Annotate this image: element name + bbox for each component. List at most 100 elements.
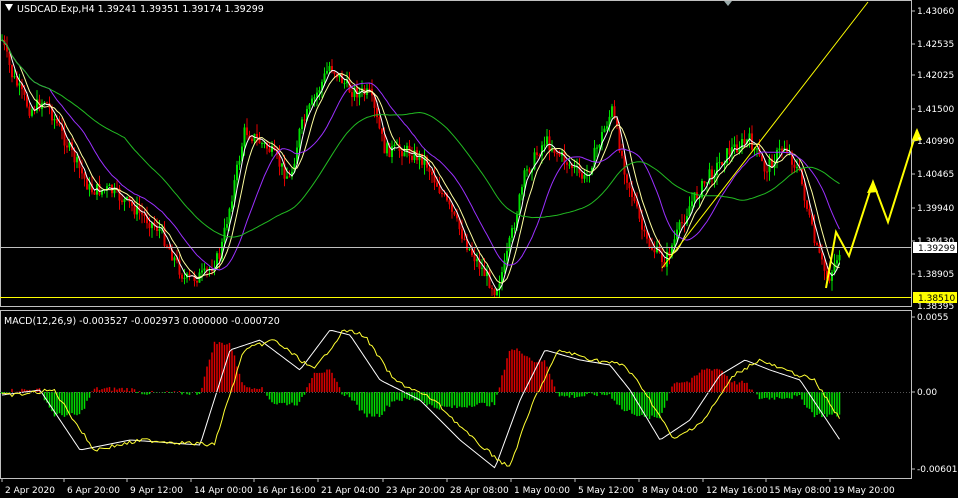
candle-body xyxy=(341,73,343,84)
time-tick-label: 9 Apr 12:00 xyxy=(130,486,183,496)
candle-body xyxy=(218,253,221,259)
candle-body xyxy=(546,136,548,145)
candle-body xyxy=(141,212,143,215)
candle-body xyxy=(703,180,706,184)
candle-body xyxy=(508,237,511,251)
candle-body xyxy=(806,200,808,209)
candle-body xyxy=(448,200,451,205)
candle-body xyxy=(318,90,321,93)
candle-body xyxy=(278,154,281,167)
candle-body xyxy=(536,152,538,156)
candle-body xyxy=(148,223,151,229)
candle-body xyxy=(543,144,546,146)
candle-body xyxy=(226,224,228,228)
candle-body xyxy=(311,98,313,105)
candle-body xyxy=(828,278,831,281)
candle-body xyxy=(836,260,838,264)
candle-body xyxy=(326,70,328,74)
candle-body xyxy=(143,214,146,216)
candle-body xyxy=(718,162,721,164)
candle-body xyxy=(401,150,403,157)
candle-body xyxy=(673,239,676,246)
candle-body xyxy=(631,188,633,198)
candle-body xyxy=(763,161,766,172)
candle-body xyxy=(611,106,613,117)
candle-body xyxy=(251,138,253,142)
candle-body xyxy=(31,109,33,116)
candle-body xyxy=(766,171,768,173)
candle-body xyxy=(166,245,168,247)
time-tick-label: 2 Apr 2020 xyxy=(5,486,55,496)
candle-body xyxy=(838,254,841,261)
candle-body xyxy=(643,229,646,232)
candle-body xyxy=(53,118,56,121)
candle-body xyxy=(568,164,571,166)
candle-body xyxy=(11,65,13,78)
candle-body xyxy=(781,148,783,151)
candle-body xyxy=(526,169,528,171)
candle-body xyxy=(513,227,516,229)
candle-body xyxy=(641,218,643,230)
candle-body xyxy=(386,143,388,154)
candle-body xyxy=(583,174,586,179)
candle-body xyxy=(831,272,833,281)
candle-body xyxy=(506,250,508,261)
price-tick-label: 1.39940 xyxy=(917,204,954,214)
macd-tick-label: 0.00 xyxy=(917,388,937,398)
candle-body xyxy=(28,106,31,116)
candle-body xyxy=(238,160,241,165)
candle-body xyxy=(286,176,288,179)
main-header-text: USDCAD.Exp,H4 1.39241 1.39351 1.39174 1.… xyxy=(17,4,264,15)
candle-body xyxy=(223,227,226,242)
candle-body xyxy=(411,155,413,161)
price-tick-label: 1.42025 xyxy=(917,71,954,81)
candle-body xyxy=(121,200,123,203)
candle-body xyxy=(391,146,393,157)
candle-body xyxy=(598,144,601,148)
candle-body xyxy=(756,148,758,150)
time-tick-label: 12 May 16:00 xyxy=(706,486,768,496)
candle-body xyxy=(511,228,513,238)
macd-header-text: MACD(12,26,9) -0.003527 -0.002973 0.0000… xyxy=(4,316,280,327)
candle-body xyxy=(553,149,556,154)
time-tick-label: 1 May 00:00 xyxy=(514,486,570,496)
candle-body xyxy=(86,178,88,190)
candle-body xyxy=(173,257,176,261)
price-tick-label: 1.40465 xyxy=(917,170,954,180)
candle-body xyxy=(281,163,283,167)
candle-body xyxy=(701,180,703,198)
price-tick-label: 1.38905 xyxy=(917,270,954,280)
candle-body xyxy=(133,205,136,215)
candle-body xyxy=(181,274,183,279)
candle-body xyxy=(368,88,371,90)
support-price-label: 1.38510 xyxy=(918,294,955,304)
candle-body xyxy=(633,197,636,202)
candle-body xyxy=(636,201,638,207)
candle-body xyxy=(256,134,258,138)
candle-body xyxy=(288,176,291,178)
time-tick-label: 8 May 04:00 xyxy=(642,486,698,496)
candle-body xyxy=(383,133,386,154)
candle-body xyxy=(378,117,381,129)
trading-chart[interactable]: USDCAD.Exp,H4 1.39241 1.39351 1.39174 1.… xyxy=(0,0,958,498)
candle-body xyxy=(823,259,826,271)
candle-body xyxy=(523,170,526,188)
candle-body xyxy=(681,222,683,224)
candle-body xyxy=(626,174,628,183)
macd-tick-label: 0.0055 xyxy=(917,313,949,323)
candle-body xyxy=(816,242,818,245)
candle-body xyxy=(403,152,406,157)
candle-body xyxy=(528,169,531,173)
candle-body xyxy=(491,287,493,290)
price-tick-label: 1.43060 xyxy=(917,7,954,17)
candle-body xyxy=(493,289,496,296)
price-tick-label: 1.42535 xyxy=(917,40,954,50)
candle-body xyxy=(298,128,301,148)
candle-body xyxy=(231,201,233,209)
time-tick-label: 16 Apr 16:00 xyxy=(257,486,316,496)
candle-body xyxy=(818,244,821,253)
candle-body xyxy=(351,92,353,98)
candle-body xyxy=(123,198,126,203)
time-tick-label: 15 May 08:00 xyxy=(769,486,831,496)
time-tick-label: 21 Apr 04:00 xyxy=(321,486,380,496)
